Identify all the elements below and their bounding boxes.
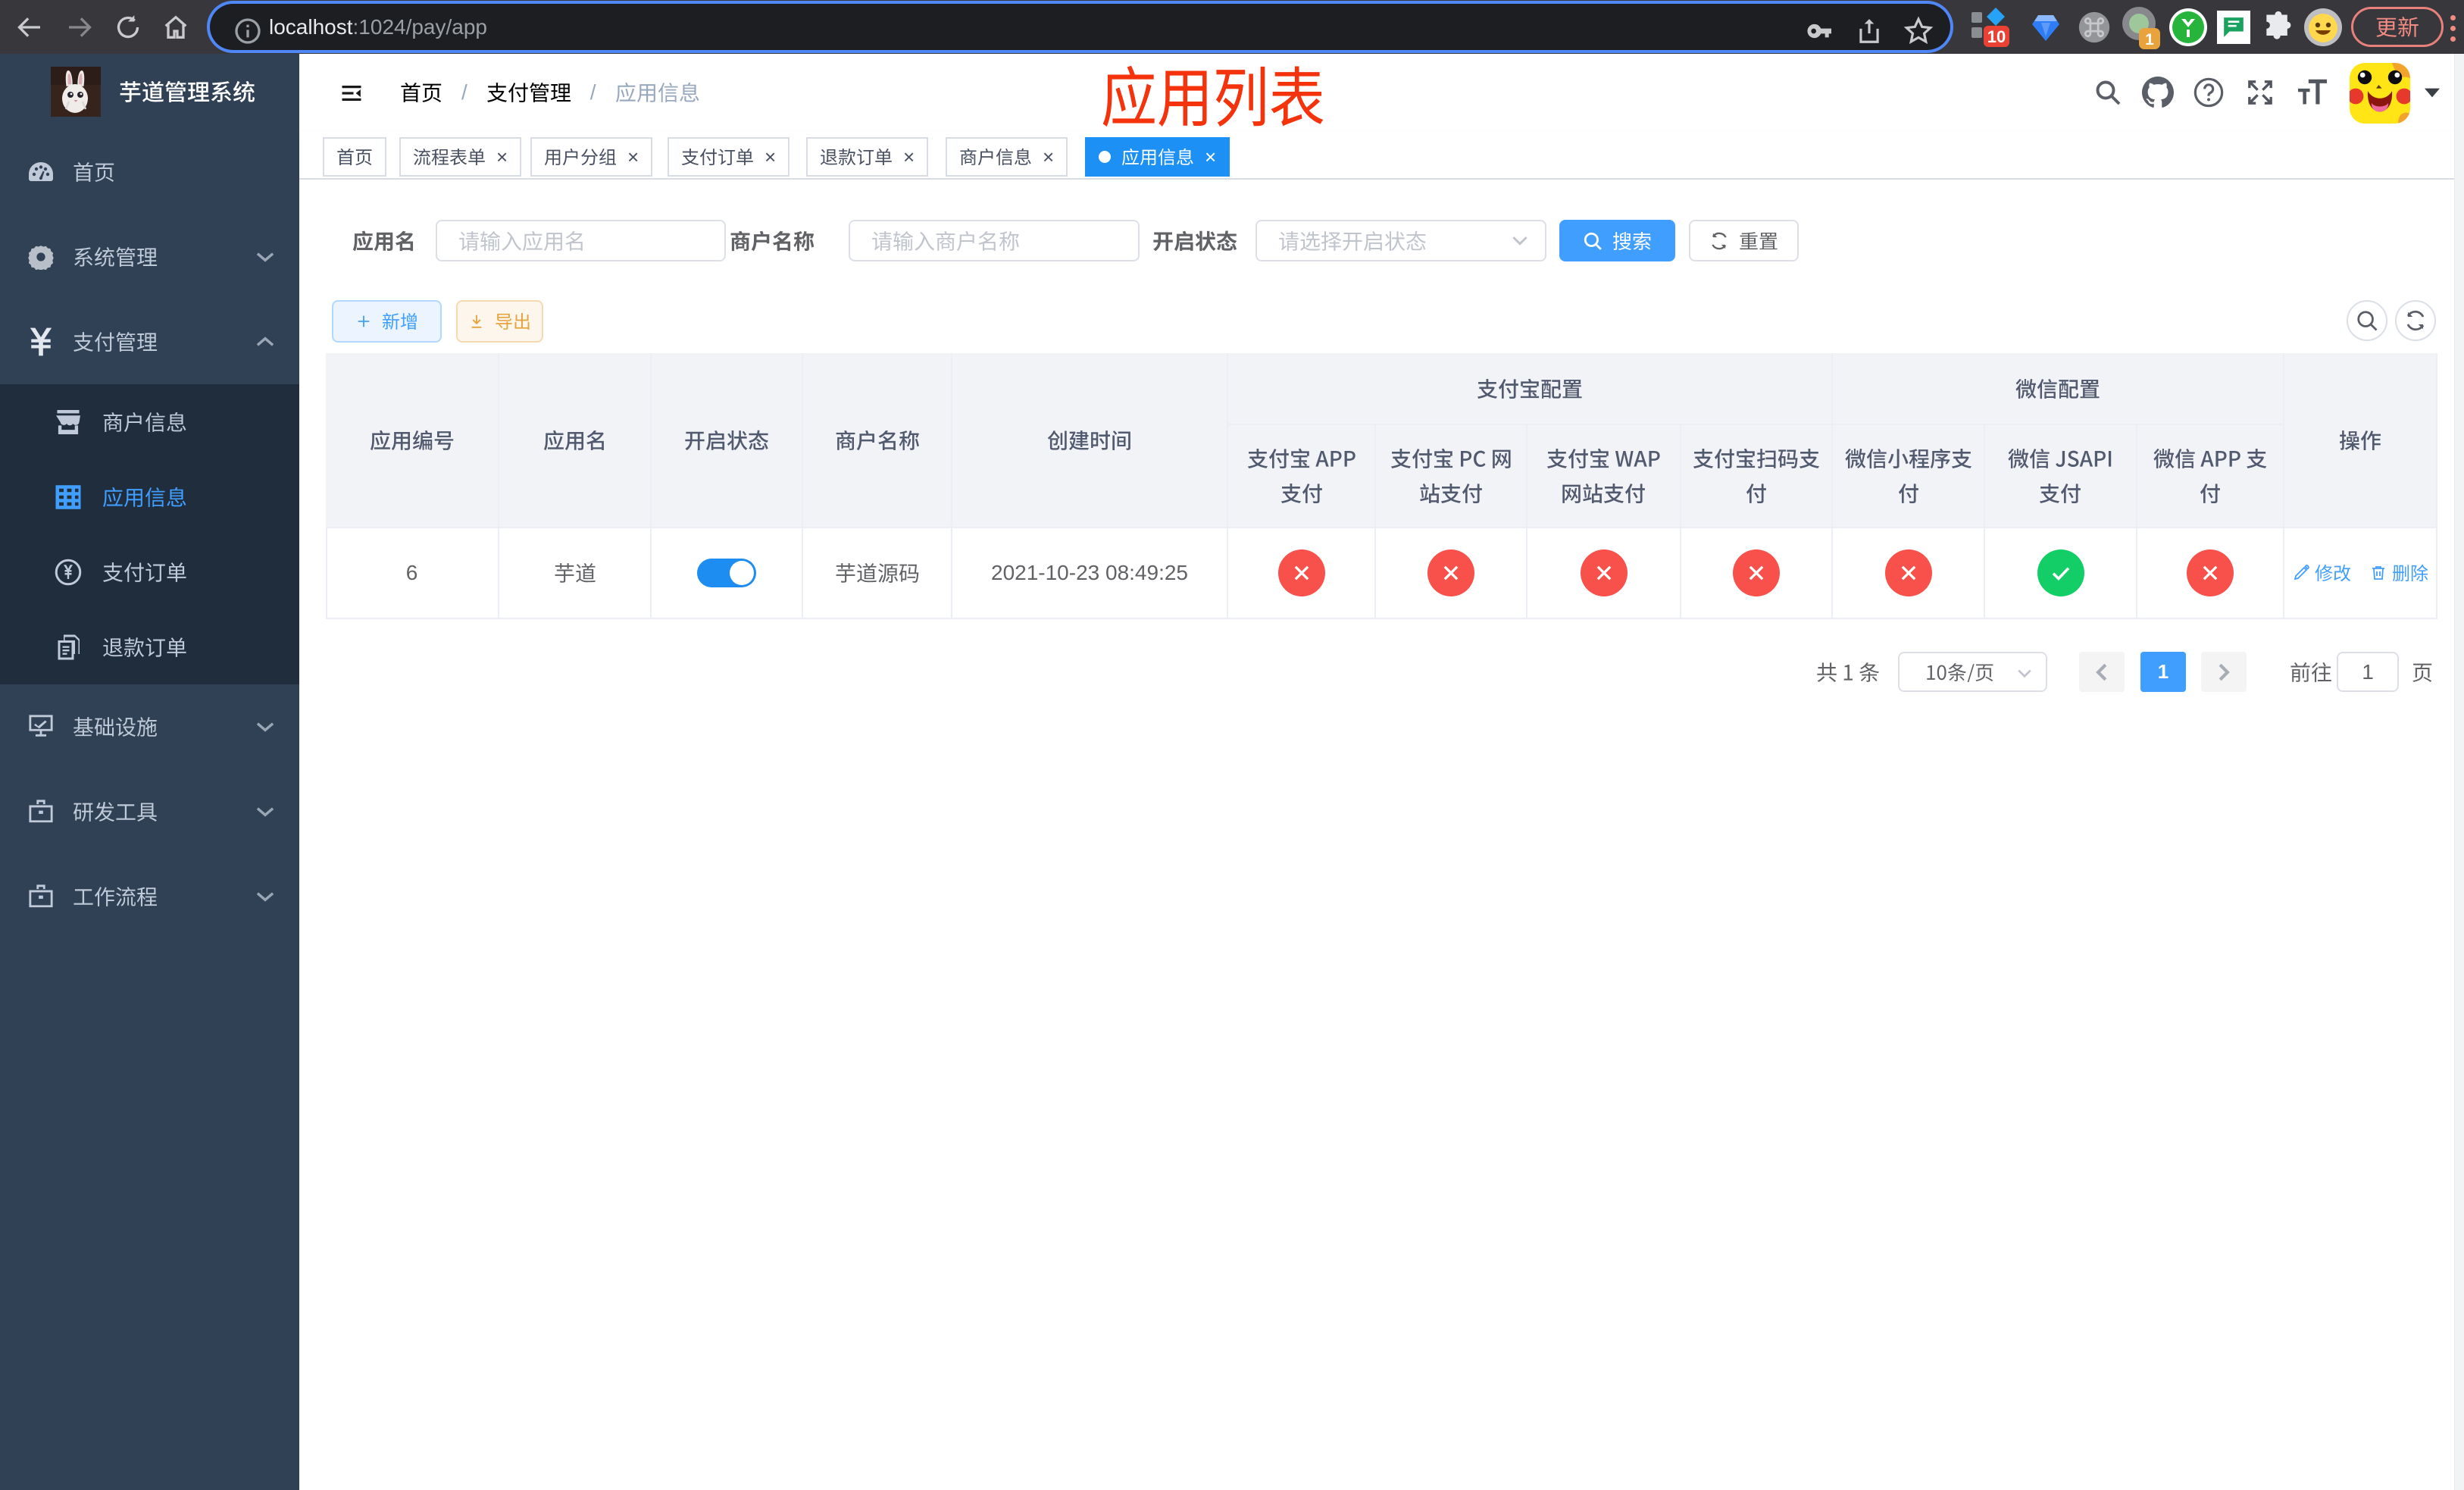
svg-text:10: 10 (1987, 27, 2006, 46)
svg-text:1: 1 (2145, 31, 2154, 49)
